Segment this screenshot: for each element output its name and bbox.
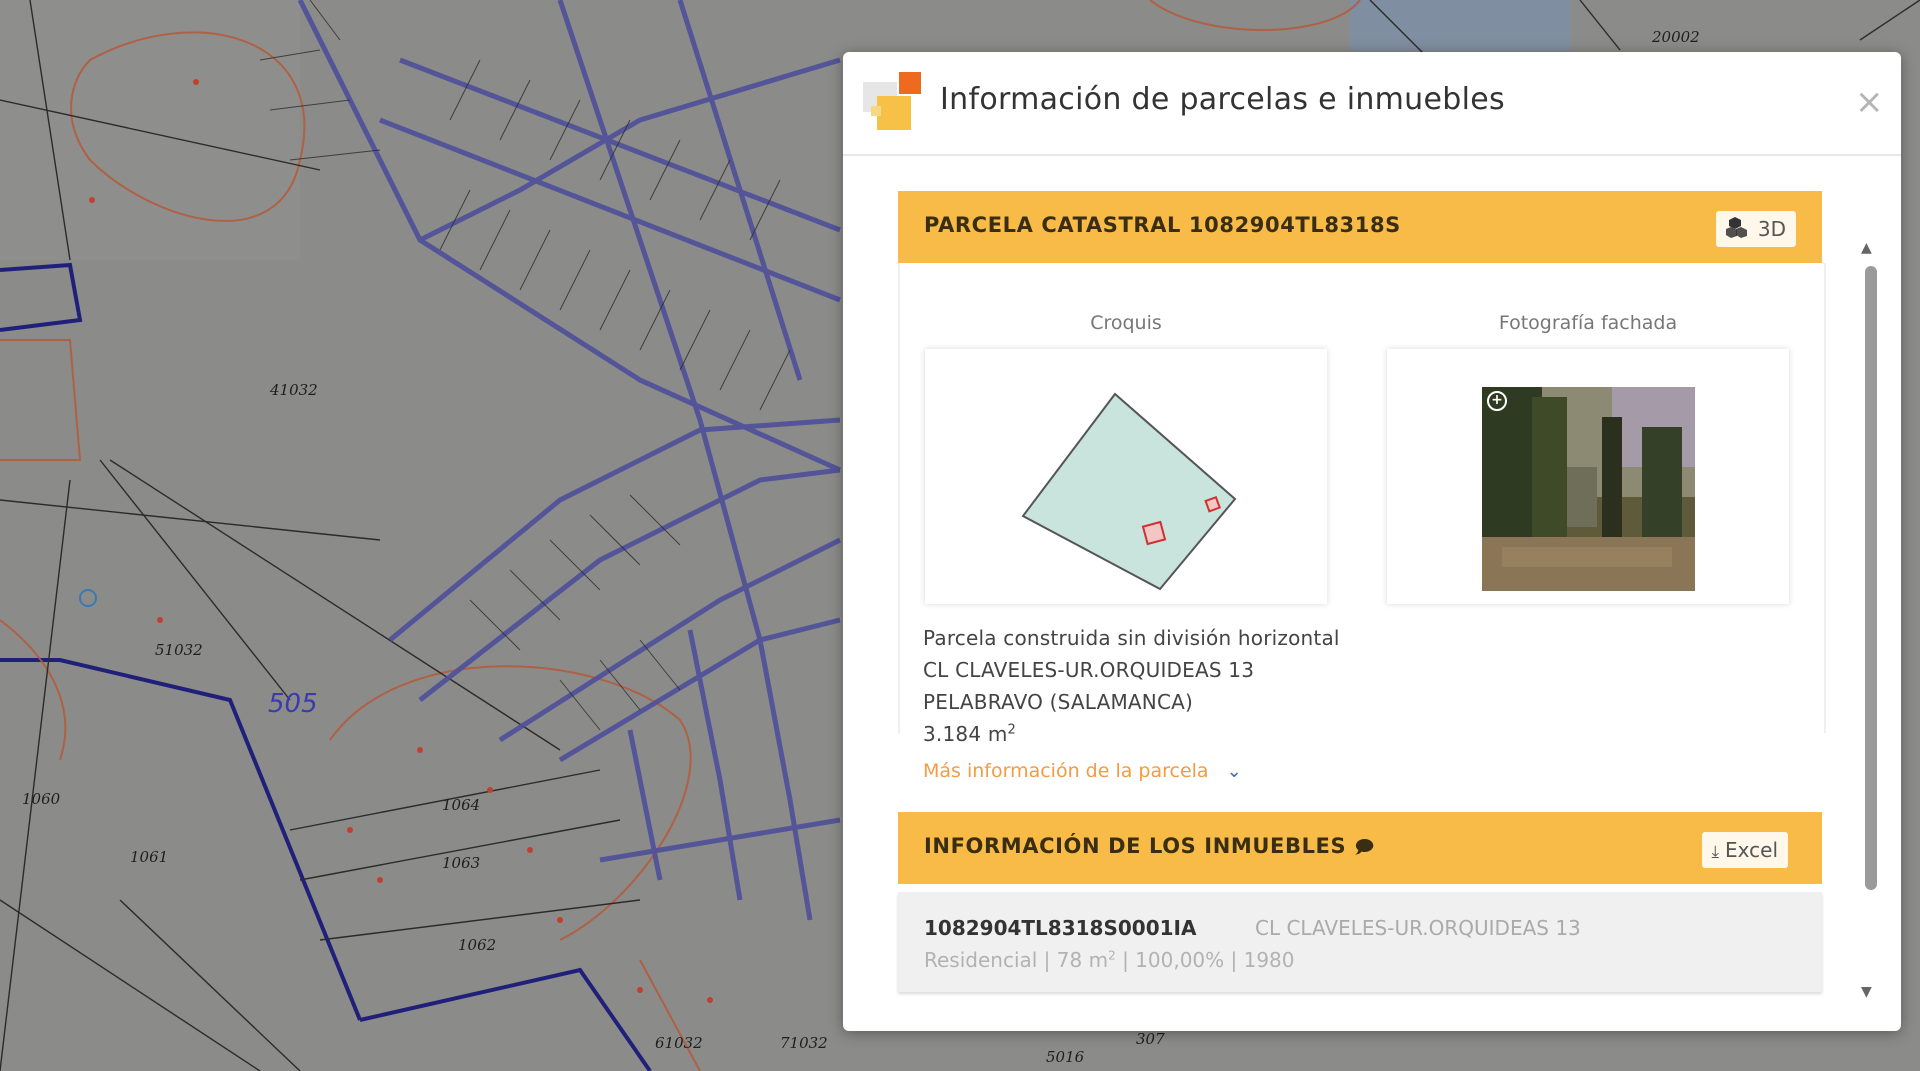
property-address: CL CLAVELES-UR.ORQUIDEAS 13 — [1255, 916, 1581, 940]
parcel-section-header: PARCELA CATASTRAL 1082904TL8318S 3D — [898, 191, 1822, 263]
map-label: 5016 — [1046, 1048, 1085, 1066]
parcel-area: 3.184 m2 — [923, 722, 1016, 746]
sketch-card[interactable]: Croquis — [925, 312, 1327, 604]
property-reference: 1082904TL8318S0001IA — [924, 916, 1197, 940]
parcel-area-unit-sup: 2 — [1007, 722, 1016, 738]
map-label: 1062 — [458, 936, 496, 954]
facade-photo-label: Fotografía fachada — [1498, 312, 1678, 334]
more-parcel-info-label: Más información de la parcela — [923, 760, 1209, 782]
parcel-sketch — [1021, 392, 1237, 591]
view-3d-button[interactable]: 3D — [1715, 211, 1796, 249]
map-label: 1060 — [22, 790, 61, 808]
map-label: 1063 — [442, 854, 480, 872]
parcel-section-title: PARCELA CATASTRAL 1082904TL8318S — [924, 213, 1401, 237]
cubes-3d-icon — [1725, 213, 1752, 249]
download-icon: ⤓ — [1711, 842, 1720, 862]
properties-section-header: INFORMACIÓN DE LOS INMUEBLES 🗩 ⤓ Excel — [898, 812, 1822, 884]
map-sector-label: 505 — [268, 689, 318, 719]
facade-photo — [1482, 387, 1695, 591]
comment-icon[interactable]: 🗩 — [1354, 837, 1375, 858]
parcel-area-value: 3.184 m — [923, 722, 1008, 746]
view-3d-label: 3D — [1757, 217, 1786, 241]
chevron-down-icon: ⌄ — [1226, 761, 1242, 782]
property-participation: 100,00% — [1135, 948, 1225, 972]
map-label: 41032 — [269, 381, 318, 399]
map-label: 307 — [1136, 1030, 1165, 1048]
properties-section-title: INFORMACIÓN DE LOS INMUEBLES 🗩 — [924, 834, 1375, 865]
scroll-up-icon[interactable]: ▲ — [1861, 240, 1872, 256]
facade-photo-card[interactable]: Fotografía fachada + — [1387, 312, 1789, 604]
scroll-thumb[interactable] — [1865, 266, 1877, 890]
excel-export-button[interactable]: ⤓ Excel — [1701, 832, 1788, 868]
property-meta: Residencial | 78 m2 | 100,00% | 1980 — [924, 948, 1295, 972]
parcel-address: CL CLAVELES-UR.ORQUIDEAS 13 — [923, 658, 1255, 682]
parcel-info-dialog: Información de parcelas e inmuebles × PA… — [843, 52, 1901, 1031]
map-label: 20002 — [1651, 28, 1700, 46]
excel-export-label: Excel — [1725, 838, 1778, 862]
scroll-down-icon[interactable]: ▼ — [1861, 984, 1872, 1000]
property-use: Residencial — [924, 948, 1038, 972]
map-label: 1061 — [130, 848, 168, 866]
parcel-municipality: PELABRAVO (SALAMANCA) — [923, 690, 1194, 714]
map-label: 51032 — [155, 641, 203, 659]
catastro-logo-icon — [863, 72, 925, 134]
map-label: 1064 — [442, 796, 480, 814]
property-year: 1980 — [1243, 948, 1295, 972]
properties-section-title-text: INFORMACIÓN DE LOS INMUEBLES — [924, 834, 1347, 858]
property-area: 78 m — [1056, 948, 1109, 972]
map-label: 71032 — [780, 1034, 828, 1052]
close-icon[interactable]: × — [1855, 85, 1884, 119]
dialog-content[interactable]: PARCELA CATASTRAL 1082904TL8318S 3D Croq… — [843, 156, 1901, 1031]
parcel-description: Parcela construida sin división horizont… — [923, 626, 1340, 650]
dialog-scrollbar[interactable]: ▲ ▼ — [1855, 156, 1885, 1031]
property-row[interactable]: 1082904TL8318S0001IA CL CLAVELES-UR.ORQU… — [898, 892, 1822, 992]
more-parcel-info-link[interactable]: Más información de la parcela ⌄ — [923, 760, 1242, 782]
map-label: 61032 — [655, 1034, 703, 1052]
property-area-sup: 2 — [1108, 948, 1116, 963]
zoom-plus-icon[interactable]: + — [1487, 391, 1507, 411]
sketch-label: Croquis — [1090, 312, 1162, 334]
dialog-title: Información de parcelas e inmuebles — [940, 82, 1505, 117]
dialog-header: Información de parcelas e inmuebles × — [843, 52, 1901, 156]
